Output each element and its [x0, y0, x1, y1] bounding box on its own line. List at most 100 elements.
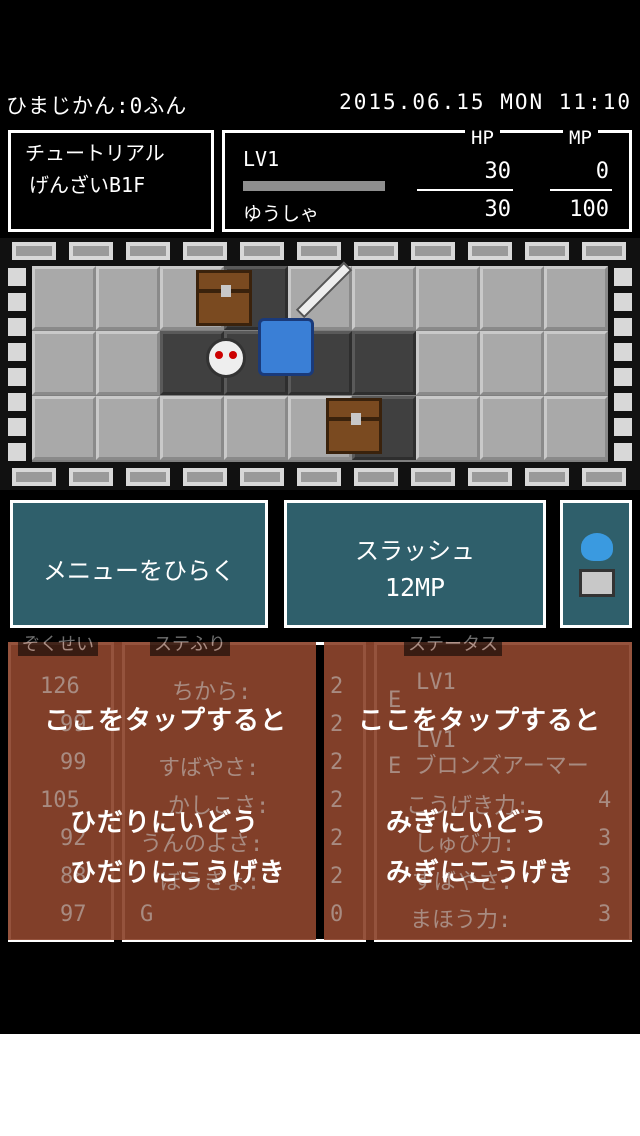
floor-tile: [416, 396, 480, 460]
wall-block: [8, 418, 26, 436]
wall-block: [354, 468, 398, 486]
status-title: ステータス: [404, 630, 502, 656]
wall-block: [614, 318, 632, 336]
left-tutorial-line1: ここをタップすると: [44, 706, 288, 736]
hp-max: 30: [484, 197, 512, 222]
floor-tile: [544, 266, 608, 330]
wall-block: [525, 468, 569, 486]
wall-block: [297, 468, 341, 486]
treasure-chest: [196, 270, 252, 326]
player-status-panel: LV1 ゆうしゃ HP MP 30 30 0 100: [222, 127, 632, 232]
floor-tile: [352, 266, 416, 330]
wall-block: [614, 343, 632, 361]
status-line: E ブロンズアーマー: [388, 754, 589, 779]
hp-current: 30: [484, 159, 512, 184]
status-value: 3: [598, 902, 612, 927]
open-menu-button[interactable]: メニューをひらく: [7, 497, 271, 631]
dungeon-name: チュートリアル: [25, 141, 165, 165]
wall-block: [8, 318, 26, 336]
status-bar: ひまじかん:0ふん 2015.06.15 MON 11:10: [0, 88, 640, 120]
twitter-share-button[interactable]: [557, 497, 635, 631]
floor-tile: [480, 331, 544, 395]
wall-block: [240, 242, 284, 260]
floor-tile: [416, 331, 480, 395]
wall-block: [614, 368, 632, 386]
wall-block: [468, 242, 512, 260]
wall-block: [69, 468, 113, 486]
wall-block: [12, 242, 56, 260]
player-level: LV1: [243, 147, 280, 171]
attribute-value: 126: [40, 674, 80, 699]
floor-tile: [32, 396, 96, 460]
wall-block: [468, 468, 512, 486]
alloc-value: 2: [330, 826, 344, 851]
alloc-value: 2: [330, 674, 344, 699]
skill-button[interactable]: スラッシュ 12MP: [281, 497, 549, 631]
floor-tile: [32, 266, 96, 330]
mp-divider: [550, 189, 612, 191]
floor-tile: [32, 331, 96, 395]
wall-block: [8, 368, 26, 386]
ad-banner-area[interactable]: [0, 1034, 640, 1136]
right-tutorial-line1: ここをタップすると: [358, 706, 602, 736]
wall-block: [183, 468, 227, 486]
status-value: 3: [598, 826, 612, 851]
wall-block: [183, 242, 227, 260]
alloc-label: すばやさ:: [158, 756, 260, 781]
wall-block: [354, 242, 398, 260]
attribute-value: 97: [60, 902, 87, 927]
pedestal-icon: [579, 569, 615, 597]
attribute-value: 99: [60, 750, 87, 775]
wall-block: [582, 242, 626, 260]
wall-block: [69, 242, 113, 260]
wall-block: [411, 242, 455, 260]
wall-block: [297, 242, 341, 260]
right-tutorial-line3: みぎにこうげき: [386, 858, 575, 888]
floor-tile: [416, 266, 480, 330]
exp-bar: [243, 181, 385, 191]
datetime: 2015.06.15 MON 11:10: [339, 90, 632, 114]
floor-tile: [224, 396, 288, 460]
wall-block: [614, 268, 632, 286]
idle-time: ひまじかん:0ふん: [6, 94, 188, 118]
wall-block: [582, 468, 626, 486]
floor-tile: [480, 396, 544, 460]
wall-block: [614, 293, 632, 311]
wall-block: [126, 468, 170, 486]
wall-block: [525, 242, 569, 260]
stat-allocation-title: ステふり: [150, 630, 230, 656]
floor-tile: [544, 396, 608, 460]
wall-block: [126, 242, 170, 260]
right-tutorial-line2: みぎにいどう: [386, 808, 549, 838]
wall-block: [12, 468, 56, 486]
mp-label: MP: [563, 127, 598, 149]
wall-block: [8, 343, 26, 361]
wall-block: [8, 443, 26, 461]
floor-tile: [96, 266, 160, 330]
status-value: 3: [598, 864, 612, 889]
floor-tile: [352, 331, 416, 395]
floor-tile: [96, 331, 160, 395]
treasure-chest: [326, 398, 382, 454]
wall-block: [8, 268, 26, 286]
wall-block: [8, 393, 26, 411]
skill-name: スラッシュ: [355, 537, 475, 565]
status-value: 4: [598, 788, 612, 813]
current-floor: げんざいB1F: [29, 173, 146, 197]
wall-block: [614, 418, 632, 436]
floor-tile: [160, 396, 224, 460]
attributes-title: ぞくせい: [18, 630, 98, 656]
location-panel: チュートリアル げんざいB1F: [8, 130, 214, 232]
hp-label: HP: [465, 127, 500, 149]
alloc-value: 0: [330, 902, 344, 927]
wall-block: [411, 468, 455, 486]
left-tutorial-line3: ひだりにこうげき: [70, 858, 286, 888]
wall-block: [240, 468, 284, 486]
floor-tile: [96, 396, 160, 460]
floor-tile: [544, 331, 608, 395]
mp-max: 100: [569, 197, 609, 222]
alloc-label: G: [140, 902, 154, 927]
bird-icon: [581, 533, 613, 561]
alloc-value: 2: [330, 788, 344, 813]
hero-sprite: [258, 318, 314, 376]
